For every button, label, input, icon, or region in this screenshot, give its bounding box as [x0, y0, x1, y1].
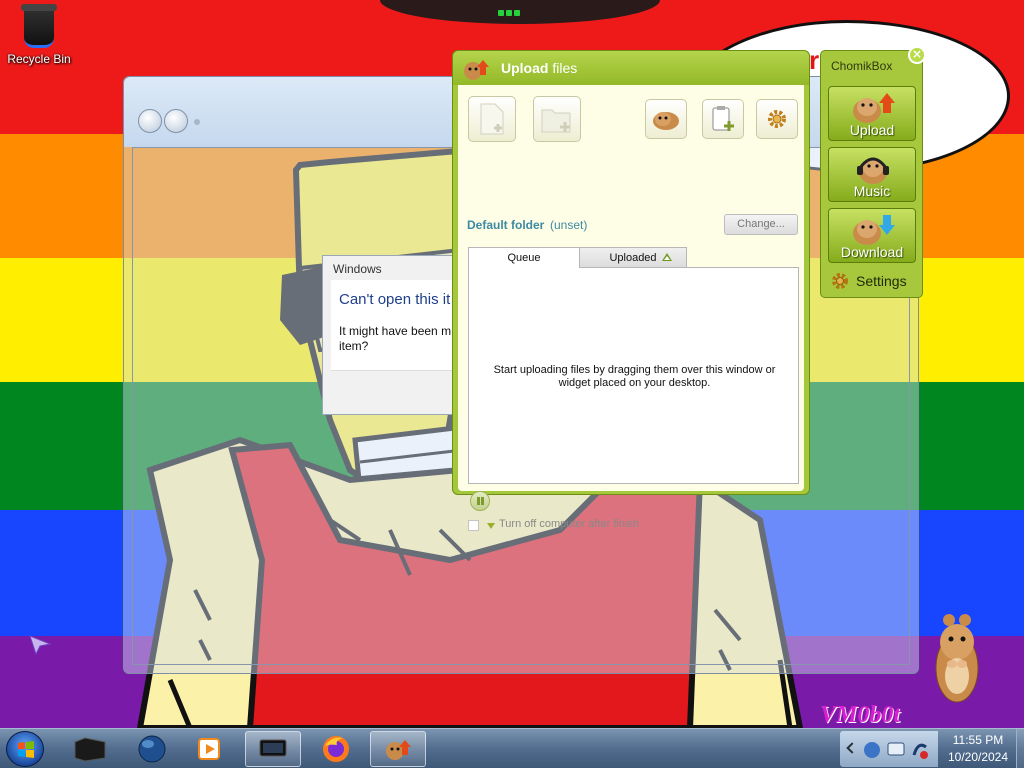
pause-button[interactable] [470, 491, 490, 511]
taskbar-firefox-button[interactable] [308, 731, 364, 767]
show-desktop-button[interactable] [1016, 729, 1024, 768]
network-icon [864, 742, 880, 758]
firefox-icon [323, 736, 349, 762]
paste-links-button[interactable] [702, 99, 744, 139]
clipboard-icon [712, 106, 734, 131]
chomik-download-label: Download [840, 244, 904, 260]
clock-time: 11:55 PM [952, 733, 1004, 747]
chomikbox-panel[interactable]: ChomikBox × Upload Music Download Settin… [820, 46, 926, 298]
chomik-upload-button[interactable]: Upload [828, 86, 916, 141]
chomikbox-title: ChomikBox [831, 59, 893, 73]
start-button[interactable] [6, 731, 44, 767]
gear-icon [832, 273, 848, 289]
chomik-upload-icon [464, 60, 489, 80]
hamster-icon [653, 112, 679, 130]
add-file-button[interactable] [468, 96, 516, 142]
error-dialog-title: Windows [333, 262, 382, 276]
tab-queue[interactable]: Queue [468, 247, 580, 268]
upload-window-body: Default folder (unset) Change... Queue U… [458, 85, 804, 531]
windows-logo-icon [18, 741, 34, 758]
chomik-music-button[interactable]: Music [828, 147, 916, 202]
chomik-account-button[interactable] [645, 99, 687, 139]
chomik-settings-label: Settings [856, 273, 907, 289]
hamster-download-icon [853, 215, 895, 245]
shutdown-after-finish-checkbox[interactable] [468, 520, 479, 531]
chomik-upload-label: Upload [849, 122, 895, 138]
taskbar-clock[interactable]: 11:55 PM 10/20/2024 [938, 729, 1018, 768]
taskbar-monitor-button[interactable] [245, 731, 301, 767]
taskbar: 11:55 PM 10/20/2024 [0, 728, 1024, 768]
hamster-headphones-icon [857, 157, 889, 184]
clock-date: 10/20/2024 [947, 750, 1009, 764]
recent-pages-dropdown[interactable] [194, 119, 200, 125]
chomik-settings-button[interactable]: Settings [831, 271, 916, 293]
system-tray [840, 731, 938, 767]
default-folder-label: Default folder [467, 218, 545, 232]
change-folder-button[interactable]: Change... [724, 214, 798, 235]
close-icon[interactable]: × [908, 46, 926, 64]
back-button[interactable] [138, 109, 162, 133]
gear-icon [768, 110, 786, 128]
add-folder-icon [541, 109, 571, 133]
upload-queue-list[interactable]: Start uploading files by dragging them o… [468, 267, 799, 484]
cursor-arrow-icon [29, 635, 52, 656]
taskbar-media-center-button[interactable] [182, 731, 238, 767]
hamster-upload-icon [853, 93, 895, 123]
default-folder-value: (unset) [550, 218, 588, 232]
monitor-icon [259, 739, 287, 757]
tab-uploaded[interactable]: Uploaded [579, 247, 687, 268]
watermark-text: VM0b0t [820, 702, 901, 728]
add-file-icon [480, 103, 504, 135]
upload-files-window[interactable]: Upload files Default folder (unset) Chan… [452, 50, 810, 531]
upload-window-titlebar[interactable]: Upload files [453, 51, 809, 85]
taskbar-explorer-button[interactable] [62, 731, 118, 767]
wallpaper-green-dots [498, 6, 528, 16]
shutdown-after-finish-label: Turn off computer after finish [499, 518, 640, 530]
upload-window-title: Upload files [501, 60, 578, 76]
show-hidden-icons-icon[interactable] [846, 742, 858, 754]
recycle-bin-icon [21, 4, 57, 48]
add-folder-button[interactable] [533, 96, 581, 142]
recycle-bin-desktop-icon[interactable]: Recycle Bin [4, 4, 74, 66]
queue-empty-message: Start uploading files by dragging them o… [493, 364, 776, 389]
desktop-background: r nth Recycle Bin VM0b0t Windows Can't o… [0, 0, 1024, 728]
chomik-music-label: Music [853, 183, 891, 199]
display-icon [887, 742, 905, 756]
media-play-icon [198, 738, 220, 760]
taskbar-chomikbox-button[interactable] [370, 731, 426, 767]
tab-uploaded-label: Uploaded [609, 252, 657, 264]
taskbar-media-player-button[interactable] [124, 731, 180, 767]
alert-icon [920, 751, 928, 759]
triangle-up-icon [662, 253, 672, 261]
triangle-down-icon [487, 523, 495, 529]
error-dialog-heading: Can't open this it [339, 291, 451, 308]
globe-icon [138, 735, 166, 763]
forward-button[interactable] [164, 109, 188, 133]
settings-button[interactable] [756, 99, 798, 139]
tray-icons [864, 742, 928, 759]
hamster-desktop-widget[interactable] [934, 606, 980, 706]
folder-icon [74, 737, 106, 762]
recycle-bin-label: Recycle Bin [7, 52, 71, 66]
chomik-download-button[interactable]: Download [828, 208, 916, 263]
chomik-upload-icon [386, 740, 411, 760]
